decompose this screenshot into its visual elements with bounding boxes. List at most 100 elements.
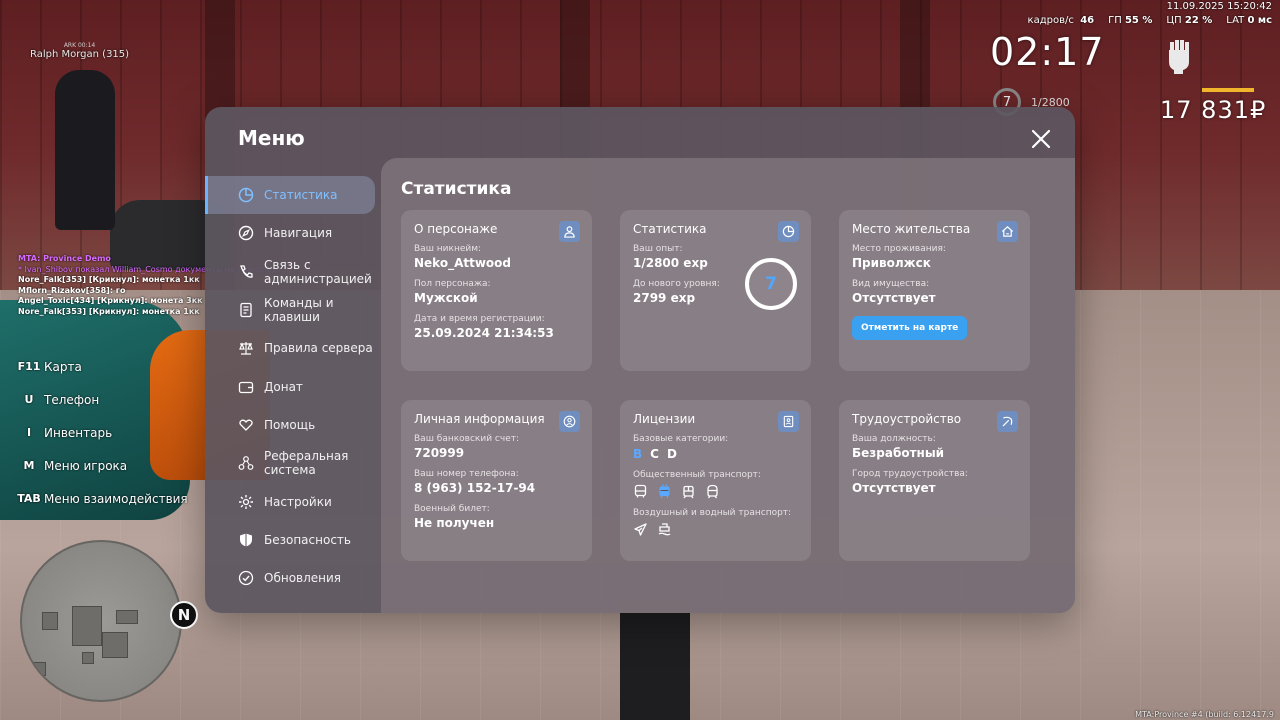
close-icon[interactable] xyxy=(1029,127,1053,151)
nickname-label: Ваш никнейм: xyxy=(414,244,482,254)
minimap[interactable] xyxy=(20,540,182,702)
hotkey-label: Меню игрока xyxy=(44,458,128,473)
nav-item-commands[interactable]: Команды и клавиши xyxy=(205,291,381,329)
money-bar xyxy=(1202,88,1254,92)
cpu-value: 22 % xyxy=(1184,15,1213,26)
registration-value: 25.09.2024 21:34:53 xyxy=(414,326,554,340)
phone-icon xyxy=(238,264,254,280)
hotkey-key: U xyxy=(24,393,34,406)
content-panel: Статистика О персонаже Ваш никнейм: Neko… xyxy=(381,158,1075,613)
hotkey-key: M xyxy=(23,459,35,472)
air-water-transport-label: Воздушный и водный транспорт: xyxy=(633,508,792,518)
pie-chart-icon xyxy=(778,221,799,242)
user-circle-icon xyxy=(559,411,580,432)
property-label: Вид имущества: xyxy=(852,279,930,289)
minimap-building xyxy=(42,612,58,630)
nav-label: Помощь xyxy=(264,417,316,432)
wallet-icon xyxy=(238,379,254,395)
nav-label: Безопасность xyxy=(264,532,351,547)
nav-label: Обновления xyxy=(264,571,342,586)
nav-label: Донат xyxy=(264,379,303,394)
nav-label: Статистика xyxy=(264,188,338,203)
nav-item-help[interactable]: Помощь xyxy=(205,406,381,444)
card-title: Место жительства xyxy=(852,222,971,236)
nav-label: Настройки xyxy=(264,494,332,509)
military-id-value: Не получен xyxy=(414,516,495,530)
card-character: О персонаже Ваш никнейм: Neko_Attwood По… xyxy=(401,210,592,371)
gender-label: Пол персонажа: xyxy=(414,279,491,289)
nav-item-security[interactable]: Безопасность xyxy=(205,521,381,559)
employment-city-value: Отсутствует xyxy=(852,481,936,495)
position-value: Безработный xyxy=(852,446,945,460)
document-icon xyxy=(238,302,254,318)
nav-item-donate[interactable]: Донат xyxy=(205,367,381,405)
property-value: Отсутствует xyxy=(852,291,936,305)
license-categories: B C D xyxy=(633,447,798,461)
fist-icon xyxy=(1164,36,1194,74)
nav-label: Правила сервера xyxy=(264,341,373,356)
plane-icon xyxy=(633,522,648,537)
card-title: Лицензии xyxy=(633,412,696,426)
compass-north-icon: N xyxy=(170,601,198,629)
menu-title: Меню xyxy=(238,126,305,150)
nav-item-updates[interactable]: Обновления xyxy=(205,559,381,597)
hotkey-player-menu[interactable]: M Меню игрока xyxy=(14,449,188,482)
hotkey-interaction-menu[interactable]: TAB Меню взаимодействия xyxy=(14,482,188,515)
gear-icon xyxy=(238,494,254,510)
tram-icon xyxy=(681,484,696,499)
player-nametag: ARK 00:14 Ralph Morgan (315) xyxy=(30,42,129,60)
hotkey-inventory[interactable]: I Инвентарь xyxy=(14,416,188,449)
performance-stats: 11.09.2025 15:20:42 кадров/с 46 ГП 55 % … xyxy=(1028,1,1272,27)
compass-icon xyxy=(238,225,254,241)
menu-window: Меню Статистика Навигация Связь с админи… xyxy=(205,107,1075,613)
exp-label: Ваш опыт: xyxy=(633,244,683,254)
military-id-label: Военный билет: xyxy=(414,504,490,514)
game-clock: 02:17 xyxy=(990,30,1105,74)
card-personal-info: Личная информация Ваш банковский счет: 7… xyxy=(401,400,592,561)
minimap-building xyxy=(102,632,128,658)
phone-number-value: 8 (963) 152-17-94 xyxy=(414,481,536,495)
registration-label: Дата и время регистрации: xyxy=(414,314,545,324)
gender-value: Мужской xyxy=(414,291,478,305)
hotkey-phone[interactable]: U Телефон xyxy=(14,383,188,416)
cpu-label: ЦП xyxy=(1166,15,1182,26)
home-icon xyxy=(997,221,1018,242)
nav-item-navigation[interactable]: Навигация xyxy=(205,214,381,252)
phone-number-label: Ваш номер телефона: xyxy=(414,469,519,479)
base-categories-label: Базовые категории: xyxy=(633,434,729,444)
card-title: Статистика xyxy=(633,222,707,236)
license-category-b: B xyxy=(633,447,643,461)
hotkey-list: F11 Карта U Телефон I Инвентарь M Меню игрок… xyxy=(14,350,188,515)
card-licenses: Лицензии Базовые категории: B C D Общест… xyxy=(620,400,811,561)
bank-account-value: 720999 xyxy=(414,446,465,460)
shield-icon xyxy=(238,532,254,548)
nav-item-referral[interactable]: Реферальная система xyxy=(205,444,381,482)
bus-icon xyxy=(633,484,648,499)
build-info: MTA:Province #4 (build: 6.12417.9 xyxy=(1135,710,1274,719)
level-ring: 7 xyxy=(745,258,797,310)
nav-item-admin-contact[interactable]: Связь с администрацией xyxy=(205,253,381,291)
trolleybus-icon xyxy=(657,484,672,499)
employment-city-label: Город трудоустройства: xyxy=(852,469,968,479)
license-category-c: C xyxy=(650,447,659,461)
player-character xyxy=(620,600,690,720)
player-character xyxy=(55,70,115,230)
boat-icon xyxy=(657,522,672,537)
card-title: О персонаже xyxy=(414,222,498,236)
hotkey-map[interactable]: F11 Карта xyxy=(14,350,188,383)
card-employment: Трудоустройство Ваша должность: Безработ… xyxy=(839,400,1030,561)
mark-on-map-button[interactable]: Отметить на карте xyxy=(852,316,968,340)
hotkey-label: Меню взаимодействия xyxy=(44,491,188,506)
pie-chart-icon xyxy=(238,187,254,203)
nickname-value: Neko_Attwood xyxy=(414,256,512,270)
nav-item-settings[interactable]: Настройки xyxy=(205,482,381,520)
hotkey-key: F11 xyxy=(17,360,41,373)
scales-icon xyxy=(238,340,254,356)
fps-label: кадров/с xyxy=(1027,15,1074,26)
update-check-icon xyxy=(238,570,254,586)
gpu-label: ГП xyxy=(1108,15,1122,26)
nav-item-rules[interactable]: Правила сервера xyxy=(205,329,381,367)
card-statistics: Статистика Ваш опыт: 1/2800 exp До новог… xyxy=(620,210,811,371)
hotkey-key: I xyxy=(26,426,32,439)
nav-item-statistics[interactable]: Статистика xyxy=(205,176,375,215)
